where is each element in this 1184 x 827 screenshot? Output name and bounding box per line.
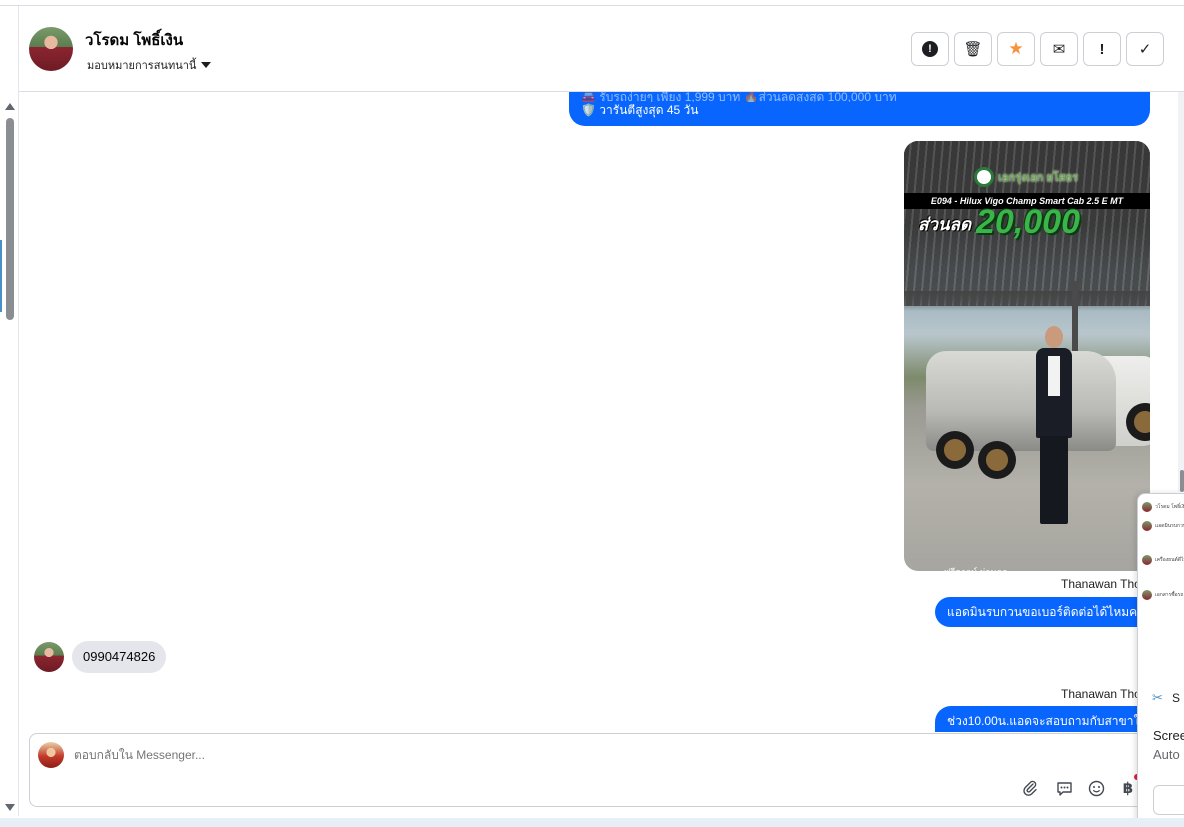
follow-up-button[interactable]: ! (1083, 32, 1121, 66)
mini-conversation-row[interactable]: แอดมินรบกวน (1142, 521, 1184, 531)
mini-row-text: เอกสารซื้อรถ (1155, 592, 1184, 598)
promo-video-thumbnail[interactable]: เอกรุ่งเอก ยโสธร E094 - Hilux Vigo Champ… (904, 141, 1150, 571)
exclamation-icon: ! (1099, 40, 1105, 58)
auto-label: Auto (1153, 747, 1180, 762)
assign-conversation-dropdown[interactable]: มอบหมายการสนทนานี้ (87, 56, 212, 74)
saved-reply-icon[interactable] (1054, 778, 1074, 798)
avatar (1142, 521, 1152, 531)
reply-input[interactable] (74, 748, 474, 762)
scroll-down-arrow-icon[interactable] (5, 804, 15, 811)
dealer-logo: เอกรุ่งเอก ยโสธร (974, 165, 1094, 189)
message-line: 🚘 รับรถง่ายๆ เพียง 1,999 บาท 🔥ส่วนลดสูงส… (581, 92, 897, 102)
baht-payment-icon[interactable]: ฿ (1118, 778, 1138, 798)
mini-row-text: เครื่องยนต์ดีไหม (1155, 557, 1184, 563)
emoji-icon[interactable] (1086, 778, 1106, 798)
scroll-up-arrow-icon[interactable] (5, 103, 15, 110)
right-scrollbar-thumb[interactable] (1180, 470, 1184, 492)
sender-name: Thanawan Tho (1061, 577, 1141, 591)
alert-circle-icon: ! (922, 41, 938, 57)
screenshot-label: Scree (1153, 728, 1184, 743)
contact-avatar[interactable] (29, 27, 73, 71)
reply-composer: ฿ (29, 733, 1159, 807)
avatar (1142, 502, 1152, 512)
snip-tool-icon: ✂ (1152, 690, 1163, 705)
discount-label: ส่วนลด (918, 215, 972, 234)
avatar (1142, 590, 1152, 600)
incoming-message-row: 0990474826 (34, 641, 167, 673)
outgoing-message-bubble[interactable]: 🚘 รับรถง่ายๆ เพียง 1,999 บาท 🔥ส่วนลดสูงส… (569, 92, 1150, 126)
assign-label: มอบหมายการสนทนานี้ (87, 60, 197, 72)
paperclip-icon[interactable] (1020, 778, 1040, 798)
presenter-figure (1034, 326, 1074, 531)
check-icon: ✓ (1138, 41, 1152, 58)
presenter-shirt (1048, 356, 1060, 396)
sender-name: Thanawan Tho (1061, 687, 1141, 701)
mark-done-button[interactable]: ✓ (1126, 32, 1164, 66)
message-line: 🛡️ วารันตีสูงสุด 45 วัน (581, 103, 699, 117)
page-avatar (38, 742, 64, 768)
roof-shadow (904, 291, 1150, 311)
mini-row-text: วโรดม โพธิ์เงิน (1155, 504, 1184, 510)
star-icon: ★ (1008, 39, 1024, 58)
snip-tool-title: S (1172, 691, 1181, 705)
delete-button[interactable]: 🗑 (954, 32, 992, 66)
contact-avatar[interactable] (34, 642, 64, 672)
presenter-head (1045, 326, 1063, 348)
truck-wheel (936, 431, 974, 469)
avatar (1142, 555, 1152, 565)
envelope-icon: ✉ (1052, 41, 1066, 58)
mark-spam-button[interactable]: ! (911, 32, 949, 66)
scroll-accent (0, 240, 2, 312)
presenter-legs (1040, 436, 1068, 524)
panel-action-button[interactable] (1153, 785, 1184, 815)
header-actions: ! 🗑 ★ ✉ ! ✓ (911, 32, 1164, 66)
message-thread: 🚘 รับรถง่ายๆ เพียง 1,999 บาท 🔥ส่วนลดสูงส… (19, 92, 1184, 732)
caret-down-icon (201, 62, 212, 68)
dealer-logo-icon (974, 167, 994, 187)
incoming-message-bubble[interactable]: 0990474826 (72, 641, 167, 673)
mini-conversation-row[interactable]: วโรดม โพธิ์เงิน (1142, 502, 1184, 512)
dealer-logo-text: เอกรุ่งเอก ยโสธร (998, 172, 1079, 184)
contact-name[interactable]: วโรดม โพธิ์เงิน (85, 28, 183, 52)
conversation-header: วโรดม โพธิ์เงิน มอบหมายการสนทนานี้ ! 🗑 ★… (19, 6, 1184, 92)
mini-conversation-row[interactable]: เครื่องยนต์ดีไหม (1142, 555, 1184, 565)
mini-row-text: แอดมินรบกวน (1155, 523, 1184, 529)
truck-wheel (978, 441, 1016, 479)
mini-conversation-row[interactable]: เอกสารซื้อรถ (1142, 590, 1183, 600)
mark-unread-button[interactable]: ✉ (1040, 32, 1078, 66)
trash-icon: 🗑 (963, 41, 983, 58)
discount-amount: 20,000 (976, 203, 1080, 241)
overlay-panel: วโรดม โพธิ์เงิน แอดมินรบกวน เครื่องยนต์ด… (1137, 493, 1184, 827)
scrollbar-thumb[interactable] (6, 118, 14, 320)
star-button[interactable]: ★ (997, 32, 1035, 66)
video-caption: ฟรีดาวน์ ผ่อนถูก (944, 565, 1104, 571)
bottom-status-bar (0, 818, 1184, 827)
right-scrollbar-track (1178, 92, 1184, 492)
